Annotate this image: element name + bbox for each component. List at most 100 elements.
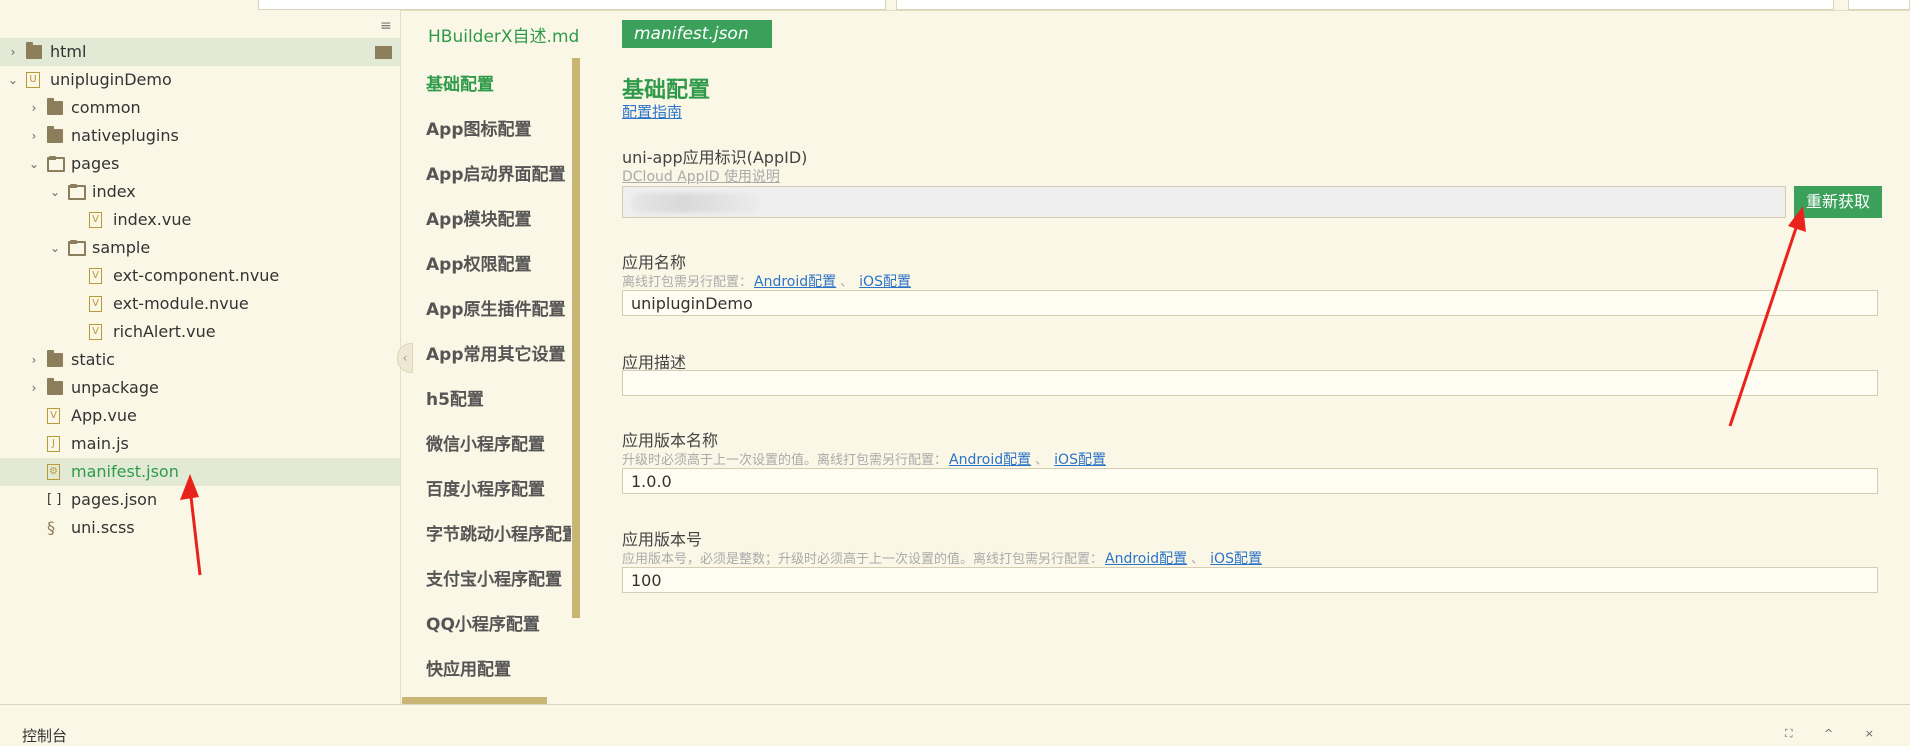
- config-nav-item[interactable]: 支付宝小程序配置: [426, 565, 571, 590]
- version-name-android-link[interactable]: Android配置: [949, 452, 1031, 468]
- folder-open-icon: [68, 184, 86, 200]
- tree-item[interactable]: ⌄ sample: [0, 234, 400, 262]
- vue-file-icon: V: [89, 268, 102, 284]
- json-file-icon: [ ]: [47, 492, 62, 507]
- config-guide-link[interactable]: 配置指南: [622, 101, 682, 122]
- top-search-field[interactable]: [258, 0, 886, 10]
- config-nav-item[interactable]: App常用其它设置: [426, 340, 571, 365]
- appid-field[interactable]: [622, 186, 1786, 218]
- tree-item[interactable]: › unpackage: [0, 374, 400, 402]
- folder-icon: [47, 98, 63, 115]
- tree-item[interactable]: ⌄ UunipluginDemo: [0, 66, 400, 94]
- console-window-controls-icon[interactable]: ⛶ ^ ×: [1785, 727, 1888, 741]
- tree-item[interactable]: Jmain.js: [0, 430, 400, 458]
- tree-item[interactable]: ⌄ pages: [0, 150, 400, 178]
- tab-manifest[interactable]: manifest.json: [622, 20, 772, 48]
- tab-readme[interactable]: HBuilderX自述.md: [428, 22, 579, 47]
- tree-item[interactable]: ⚙ manifest.json: [0, 458, 400, 486]
- config-nav-item[interactable]: 字节跳动小程序配置: [426, 520, 571, 545]
- project-explorer: ≡ › html ⌄ UunipluginDemo › common › nativeplug…: [0, 10, 401, 704]
- tree-item[interactable]: VrichAlert.vue: [0, 318, 400, 346]
- chevron-down-icon[interactable]: ⌄: [50, 234, 60, 262]
- vue-file-icon: V: [89, 212, 102, 228]
- tree-item[interactable]: Vindex.vue: [0, 206, 400, 234]
- folder-open-icon: [47, 156, 65, 172]
- config-nav-item[interactable]: App模块配置: [426, 205, 571, 230]
- refresh-appid-button[interactable]: 重新获取: [1794, 186, 1882, 218]
- tree-item[interactable]: V App.vue: [0, 402, 400, 430]
- chevron-down-icon[interactable]: ⌄: [29, 150, 39, 178]
- tree-item-label: App.vue: [71, 406, 137, 425]
- chevron-down-icon[interactable]: ⌄: [8, 66, 18, 94]
- separator: 、: [1035, 453, 1049, 468]
- top-address-field[interactable]: [896, 0, 1834, 10]
- separator: 、: [1191, 552, 1205, 567]
- app-description-input[interactable]: [622, 370, 1878, 396]
- open-folder-icon[interactable]: [375, 46, 392, 59]
- appid-help-link[interactable]: DCloud AppID 使用说明: [622, 166, 780, 186]
- folder-icon: [47, 378, 63, 395]
- vue-file-icon: V: [47, 408, 60, 424]
- tree-item[interactable]: › static: [0, 346, 400, 374]
- tree-item[interactable]: Vext-component.nvue: [0, 262, 400, 290]
- tree-item[interactable]: › nativeplugins: [0, 122, 400, 150]
- config-nav-item[interactable]: 快应用配置: [426, 655, 571, 680]
- vue-file-icon: V: [89, 324, 102, 340]
- tree-item[interactable]: › html: [0, 38, 400, 66]
- console-panel: 控制台 ⛶ ^ ×: [0, 704, 1910, 745]
- app-name-android-link[interactable]: Android配置: [754, 274, 836, 290]
- chevron-right-icon[interactable]: ›: [29, 94, 39, 122]
- tree-item-label: html: [50, 42, 87, 61]
- appid-label: uni-app应用标识(AppID): [622, 148, 808, 167]
- tree-item-label: uni.scss: [71, 518, 135, 537]
- config-nav-item[interactable]: App权限配置: [426, 250, 571, 275]
- version-code-android-link[interactable]: Android配置: [1105, 551, 1187, 567]
- config-nav-item[interactable]: App原生插件配置: [426, 295, 571, 320]
- chevron-right-icon[interactable]: ›: [29, 346, 39, 374]
- config-nav-item[interactable]: App启动界面配置: [426, 160, 571, 185]
- top-small-field[interactable]: [1848, 0, 1910, 10]
- hamburger-icon[interactable]: ≡: [380, 19, 392, 33]
- tree-item-label: index.vue: [113, 210, 192, 229]
- chevron-down-icon[interactable]: ⌄: [50, 178, 60, 206]
- json-settings-icon: ⚙: [47, 464, 60, 480]
- config-nav-item[interactable]: 百度小程序配置: [426, 475, 571, 500]
- console-title[interactable]: 控制台: [22, 725, 67, 746]
- app-name-hint-text: 离线打包需另行配置：: [622, 275, 753, 290]
- version-name-label: 应用版本名称: [622, 431, 719, 450]
- version-code-ios-link[interactable]: iOS配置: [1210, 551, 1262, 567]
- chevron-right-icon[interactable]: ›: [29, 374, 39, 402]
- tree-item-label: pages.json: [71, 490, 158, 509]
- tree-item[interactable]: Vext-module.nvue: [0, 290, 400, 318]
- version-code-input[interactable]: 100: [622, 567, 1878, 593]
- version-code-label: 应用版本号: [622, 530, 703, 549]
- js-file-icon: J: [47, 436, 60, 452]
- tree-item-label: nativeplugins: [71, 126, 179, 145]
- config-nav-item[interactable]: QQ小程序配置: [426, 610, 571, 635]
- nav-scrollbar[interactable]: [572, 58, 580, 618]
- tree-item[interactable]: › common: [0, 94, 400, 122]
- tree-item[interactable]: ⌄ index: [0, 178, 400, 206]
- chevron-right-icon[interactable]: ›: [29, 122, 39, 150]
- chevron-right-icon[interactable]: ›: [8, 38, 18, 66]
- app-name-ios-link[interactable]: iOS配置: [859, 274, 911, 290]
- tree-item[interactable]: [ ] pages.json: [0, 486, 400, 514]
- version-name-hint-text: 升级时必须高于上一次设置的值。离线打包需另行配置：: [622, 453, 948, 468]
- config-nav-item[interactable]: 基础配置: [426, 70, 571, 95]
- config-nav-item[interactable]: 微信小程序配置: [426, 430, 571, 455]
- tree-item-label: ext-component.nvue: [113, 266, 280, 285]
- app-name-hint: 离线打包需另行配置： Android配置、 iOS配置: [622, 271, 911, 291]
- version-name-input[interactable]: 1.0.0: [622, 468, 1878, 494]
- config-nav-item[interactable]: h5配置: [426, 385, 571, 410]
- tree-item[interactable]: § uni.scss: [0, 514, 400, 542]
- tree-item-label: index: [92, 182, 136, 201]
- tree-item-label: ext-module.nvue: [113, 294, 249, 313]
- folder-icon: [47, 350, 63, 367]
- app-name-input[interactable]: unipluginDemo: [622, 290, 1878, 316]
- config-nav-item[interactable]: App图标配置: [426, 115, 571, 140]
- tree-item-label: main.js: [71, 434, 129, 453]
- tree-item-label: unpackage: [71, 378, 159, 397]
- folder-open-icon: [68, 240, 86, 256]
- section-title: 基础配置: [622, 78, 711, 103]
- version-name-ios-link[interactable]: iOS配置: [1054, 452, 1106, 468]
